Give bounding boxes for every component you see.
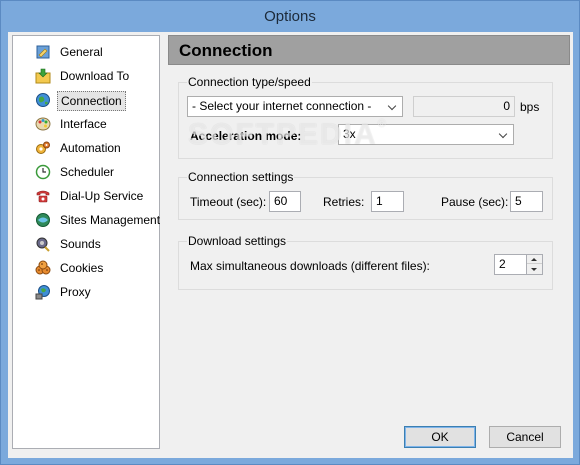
max-downloads-field[interactable]: 2 — [494, 254, 529, 275]
window-title: Options — [264, 8, 316, 25]
retries-field[interactable]: 1 — [371, 191, 404, 212]
sidebar-item-label: Scheduler — [60, 165, 115, 179]
sidebar-item-label: Cookies — [60, 261, 104, 275]
timeout-field[interactable]: 60 — [269, 191, 301, 212]
stepper-down-icon[interactable] — [527, 265, 542, 274]
download-folder-icon — [35, 68, 51, 84]
general-icon — [36, 45, 50, 59]
download-settings-group: Download settings Max simultaneous downl… — [178, 234, 553, 290]
group-label: Connection settings — [187, 170, 295, 184]
sidebar-item-label: Dial-Up Service — [60, 189, 144, 203]
sidebar-item-label: Connection — [57, 91, 126, 111]
clock-icon — [35, 164, 51, 180]
sidebar-item-label: Sites Management — [60, 213, 161, 227]
ok-button[interactable]: OK — [404, 426, 476, 448]
select-value: - Select your internet connection - — [192, 99, 372, 113]
options-window: Options General Download To Connection I… — [0, 0, 580, 465]
sidebar-item-label: Proxy — [60, 285, 91, 299]
sidebar-item-label: Interface — [60, 117, 107, 131]
sidebar-item-label: Automation — [60, 141, 121, 155]
chevron-down-icon[interactable] — [495, 125, 513, 144]
page-title: Connection — [179, 41, 273, 60]
stepper-up-icon[interactable] — [527, 255, 542, 264]
acceleration-mode-label: Acceleration mode: — [190, 129, 302, 143]
sidebar-item-label: Download To — [60, 69, 130, 83]
acceleration-mode-select[interactable]: 3x — [338, 124, 514, 145]
pause-label: Pause (sec): — [441, 195, 509, 209]
dialog-client-area: General Download To Connection Interface… — [8, 32, 573, 458]
connection-type-group: Connection type/speed - Select your inte… — [178, 75, 553, 159]
group-label: Download settings — [187, 234, 288, 248]
connection-settings-group: Connection settings Timeout (sec): 60 Re… — [178, 170, 553, 220]
max-downloads-stepper[interactable] — [526, 254, 543, 275]
speed-unit: bps — [520, 100, 540, 114]
retries-label: Retries: — [323, 195, 365, 209]
panel-header: Connection — [168, 35, 570, 65]
group-label: Connection type/speed — [187, 75, 312, 89]
sidebar-item-label: Sounds — [60, 237, 101, 251]
category-tree[interactable]: General Download To Connection Interface… — [12, 35, 160, 449]
max-downloads-label: Max simultaneous downloads (different fi… — [190, 259, 430, 273]
select-value: 3x — [343, 127, 356, 141]
sounds-icon — [36, 237, 50, 252]
timeout-label: Timeout (sec): — [190, 195, 267, 209]
phone-icon — [36, 190, 50, 203]
chevron-down-icon[interactable] — [384, 97, 402, 116]
sidebar-item-label: General — [60, 45, 103, 59]
gear-icon — [36, 141, 50, 154]
globe-sites-icon — [36, 213, 50, 227]
cancel-button[interactable]: Cancel — [489, 426, 561, 448]
connection-type-select[interactable]: - Select your internet connection - — [187, 96, 403, 117]
cookies-icon — [35, 260, 51, 275]
speed-field: 0 — [413, 96, 515, 117]
palette-icon — [35, 117, 51, 131]
globe-icon — [36, 93, 50, 107]
proxy-icon — [35, 285, 50, 300]
pause-field[interactable]: 5 — [510, 191, 543, 212]
